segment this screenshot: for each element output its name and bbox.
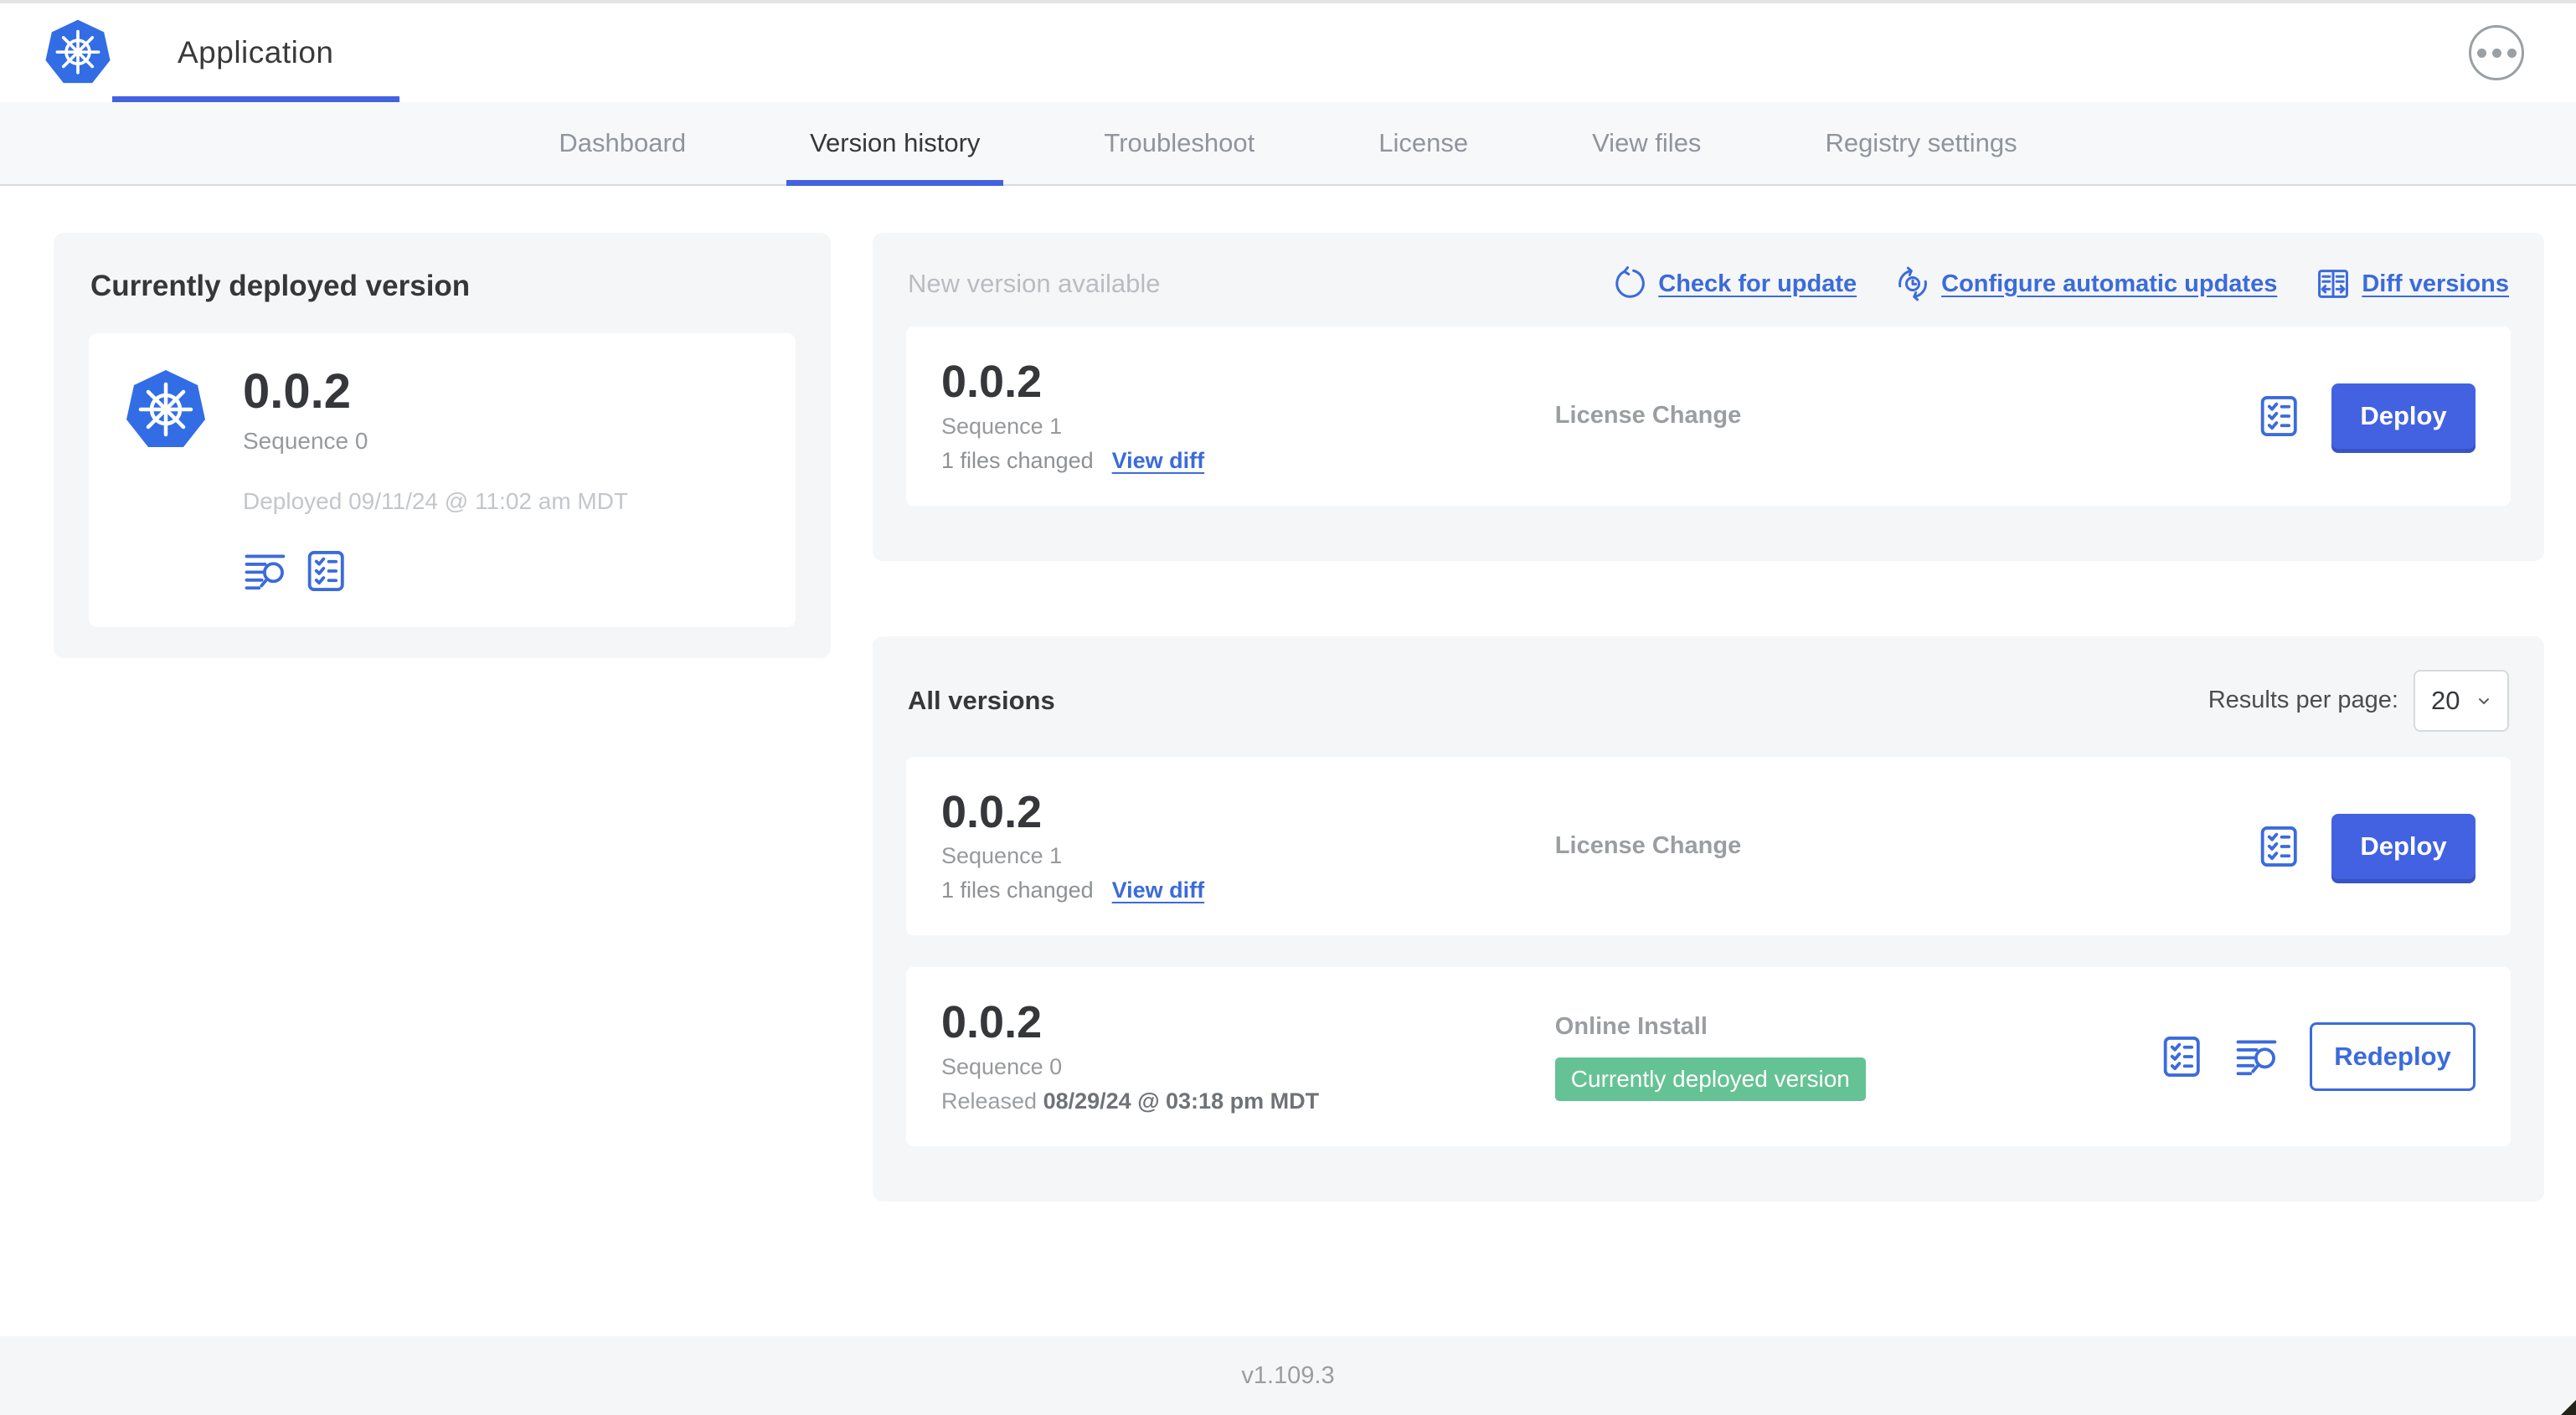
all-versions-panel: All versions Results per page: 20 0.0.2 …: [873, 635, 2544, 1202]
preflight-checks-button[interactable]: [2256, 824, 2301, 869]
files-changed-label: 1 files changed: [941, 877, 1094, 903]
version-source-label: License Change: [1554, 832, 1742, 860]
app-title: Application: [178, 35, 334, 69]
view-diff-link[interactable]: View diff: [1112, 448, 1205, 474]
nav-tabs: Dashboard Version history Troubleshoot L…: [0, 102, 2576, 186]
current-version-card: 0.0.2 Sequence 0 Deployed 09/11/24 @ 11:…: [89, 333, 796, 627]
preflight-checks-button[interactable]: [303, 548, 348, 594]
version-row: 0.0.2 Sequence 1 1 files changed View di…: [906, 756, 2511, 936]
results-per-page-select[interactable]: 20: [2414, 669, 2509, 732]
cursor-artifact: [2561, 1400, 2576, 1415]
deploy-button[interactable]: Deploy: [2331, 383, 2476, 449]
version-row: 0.0.2 Sequence 0 Released 08/29/24 @ 03:…: [906, 967, 2511, 1147]
new-version-title: New version available: [908, 269, 1161, 298]
version-sequence: Sequence 1: [941, 843, 1063, 869]
app-footer: v1.109.3: [0, 1336, 2576, 1415]
refresh-icon: [1615, 266, 1646, 298]
chevron-down-icon: [2479, 697, 2489, 704]
page: Application Dashboard Version history Tr…: [0, 0, 2576, 1415]
tab-version-history[interactable]: Version history: [786, 102, 1004, 186]
active-app-underline: [112, 96, 399, 102]
preflight-checklist-icon: [2260, 395, 2297, 436]
version-number: 0.0.2: [941, 357, 1043, 407]
diff-icon: [2318, 270, 2349, 298]
redeploy-button[interactable]: Redeploy: [2310, 1022, 2476, 1092]
tab-license[interactable]: License: [1378, 102, 1468, 184]
tab-application[interactable]: Application: [112, 3, 399, 102]
preflight-checklist-icon: [2260, 826, 2297, 867]
version-sequence: Sequence 1: [941, 413, 1063, 439]
current-version-deployed-timestamp: Deployed 09/11/24 @ 11:02 am MDT: [243, 487, 629, 514]
current-version-number: 0.0.2: [243, 364, 351, 419]
kubernetes-logo-icon: [44, 18, 112, 85]
tab-registry-settings[interactable]: Registry settings: [1825, 102, 2017, 184]
preflight-checks-button[interactable]: [2256, 394, 2301, 439]
view-diff-link[interactable]: View diff: [1112, 877, 1205, 903]
tab-troubleshoot[interactable]: Troubleshoot: [1104, 102, 1255, 184]
preflight-checklist-icon: [2163, 1037, 2200, 1078]
version-released-timestamp: Released 08/29/24 @ 03:18 pm MDT: [941, 1088, 1320, 1114]
overflow-menu-button[interactable]: [2469, 25, 2524, 80]
admin-console-version: v1.109.3: [1241, 1361, 1335, 1389]
new-version-panel: New version available Check for update C…: [873, 233, 2544, 561]
all-versions-title: All versions: [908, 685, 1055, 715]
schedule-update-icon: [1899, 266, 1928, 301]
app-header: Application: [0, 3, 2576, 102]
new-version-card: 0.0.2 Sequence 1 1 files changed View di…: [906, 327, 2511, 506]
view-logs-button[interactable]: [243, 548, 288, 594]
ellipsis-icon: [2476, 48, 2486, 58]
configure-automatic-updates-link[interactable]: Configure automatic updates: [1895, 266, 2277, 301]
version-number: 0.0.2: [941, 786, 1043, 837]
diff-versions-link[interactable]: Diff versions: [2316, 266, 2509, 301]
current-version-sequence: Sequence 0: [243, 427, 368, 454]
current-version-title: Currently deployed version: [90, 270, 471, 302]
preflight-checklist-icon: [307, 550, 344, 591]
main-content: Currently deployed version 0.0.2 Sequenc…: [0, 186, 2576, 1202]
files-changed-label: 1 files changed: [941, 447, 1094, 473]
logs-icon: [245, 554, 286, 590]
preflight-checks-button[interactable]: [2159, 1034, 2204, 1079]
version-source-label: License Change: [1554, 402, 1742, 430]
results-per-page-label: Results per page:: [2208, 687, 2398, 714]
current-version-panel: Currently deployed version 0.0.2 Sequenc…: [54, 233, 831, 658]
kubernetes-logo-icon: [124, 367, 208, 454]
tab-view-files[interactable]: View files: [1592, 102, 1701, 184]
logs-icon: [2236, 1040, 2277, 1076]
version-number: 0.0.2: [941, 997, 1043, 1048]
check-for-update-link[interactable]: Check for update: [1612, 266, 1857, 301]
view-logs-button[interactable]: [2234, 1034, 2280, 1079]
tab-dashboard[interactable]: Dashboard: [559, 102, 686, 184]
deploy-button[interactable]: Deploy: [2331, 813, 2476, 879]
version-sequence: Sequence 0: [941, 1054, 1063, 1080]
version-source-label: Online Install: [1554, 1012, 1708, 1040]
currently-deployed-badge: Currently deployed version: [1554, 1057, 1866, 1101]
